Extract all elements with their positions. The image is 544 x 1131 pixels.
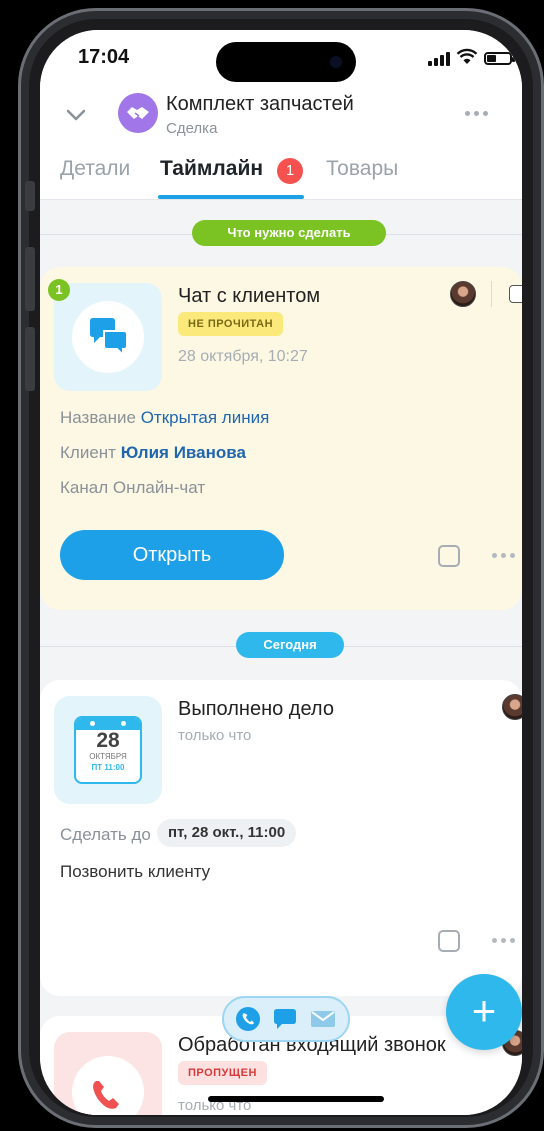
section-todo-label: Что нужно сделать: [192, 220, 386, 246]
task-card-time: только что: [178, 727, 252, 744]
page-subtitle: Сделка: [166, 120, 218, 137]
tab-timeline[interactable]: Таймлайн: [160, 157, 263, 181]
volume-down-button: [25, 327, 35, 391]
chat-card-title: Чат с клиентом: [178, 285, 321, 307]
note-icon[interactable]: [438, 545, 460, 567]
more-icon[interactable]: [492, 938, 515, 943]
home-indicator: [208, 1096, 384, 1102]
phone-icon[interactable]: [236, 1007, 260, 1031]
section-today-label: Сегодня: [236, 632, 344, 658]
deadline-chip[interactable]: пт, 28 окт., 11:00: [157, 819, 297, 847]
deal-handshake-icon: [118, 93, 158, 133]
more-icon[interactable]: [492, 553, 515, 558]
chevron-down-icon[interactable]: [64, 103, 88, 127]
tab-details[interactable]: Детали: [60, 157, 130, 181]
unread-status-badge: НЕ ПРОЧИТАН: [178, 312, 284, 336]
field-client: Клиент Юлия Иванова: [60, 443, 246, 463]
phone-missed-icon: [93, 1081, 119, 1109]
separator: [491, 281, 492, 307]
screen: 17:04 Комплект запчастей Сделка Детали Т…: [40, 30, 522, 1115]
field-name-value[interactable]: Открытая линия: [141, 408, 270, 427]
battery-icon: [484, 52, 515, 65]
tab-bar: Детали Таймлайн 1 Товары: [40, 145, 522, 200]
open-button[interactable]: Открыть: [60, 530, 284, 580]
tab-timeline-badge: 1: [277, 158, 303, 184]
user-avatar[interactable]: [450, 281, 476, 307]
note-icon[interactable]: [438, 930, 460, 952]
field-name: Название Открытая линия: [60, 408, 269, 428]
mute-switch: [25, 181, 35, 211]
task-activity-card[interactable]: 28 ОКТЯБРЯ ПТ 11:00 Выполнено дело тольк…: [40, 680, 522, 996]
field-channel: Канал Онлайн-чат: [60, 478, 205, 498]
field-client-label: Клиент: [60, 443, 116, 462]
field-channel-value: Онлайн-чат: [112, 478, 206, 497]
chat-activity-card[interactable]: 1 Чат с клиентом НЕ ПРОЧИТАН 28 октября,…: [40, 267, 522, 610]
chat-bubbles-icon: [90, 318, 128, 357]
calendar-thumb: 28 ОКТЯБРЯ ПТ 11:00: [54, 696, 162, 804]
signal-icon: [428, 52, 450, 66]
chat-card-date: 28 октября, 10:27: [178, 348, 308, 365]
chat-icon[interactable]: [272, 1008, 298, 1030]
active-tab-indicator: [158, 195, 304, 199]
volume-up-button: [25, 247, 35, 311]
calendar-icon: 28 ОКТЯБРЯ ПТ 11:00: [74, 716, 142, 784]
calendar-month: ОКТЯБРЯ: [89, 752, 127, 761]
field-channel-label: Канал: [60, 478, 109, 497]
call-thumb: [54, 1032, 162, 1115]
field-name-label: Название: [60, 408, 136, 427]
deadline-label: Сделать до: [60, 825, 151, 844]
field-client-value[interactable]: Юлия Иванова: [121, 443, 246, 462]
task-card-title: Выполнено дело: [178, 698, 334, 720]
calendar-day: 28: [96, 729, 120, 752]
page-title: Комплект запчастей: [166, 93, 354, 115]
header: Комплект запчастей Сделка: [40, 85, 522, 145]
mail-icon[interactable]: [310, 1009, 336, 1029]
add-button[interactable]: +: [446, 974, 522, 1050]
more-menu-icon[interactable]: [465, 111, 488, 116]
chat-thumb: [54, 283, 162, 391]
communication-bar: [222, 996, 350, 1042]
wifi-icon: [456, 48, 478, 64]
dynamic-island: [216, 42, 356, 82]
calendar-time: ПТ 11:00: [91, 763, 125, 772]
task-description: Позвонить клиенту: [60, 862, 211, 881]
complete-checkbox[interactable]: [509, 285, 522, 303]
missed-status-badge: ПРОПУЩЕН: [178, 1061, 267, 1085]
user-avatar[interactable]: [502, 694, 522, 720]
activity-counter-badge: 1: [48, 279, 70, 301]
tab-goods[interactable]: Товары: [326, 157, 398, 181]
status-time: 17:04: [78, 46, 130, 68]
